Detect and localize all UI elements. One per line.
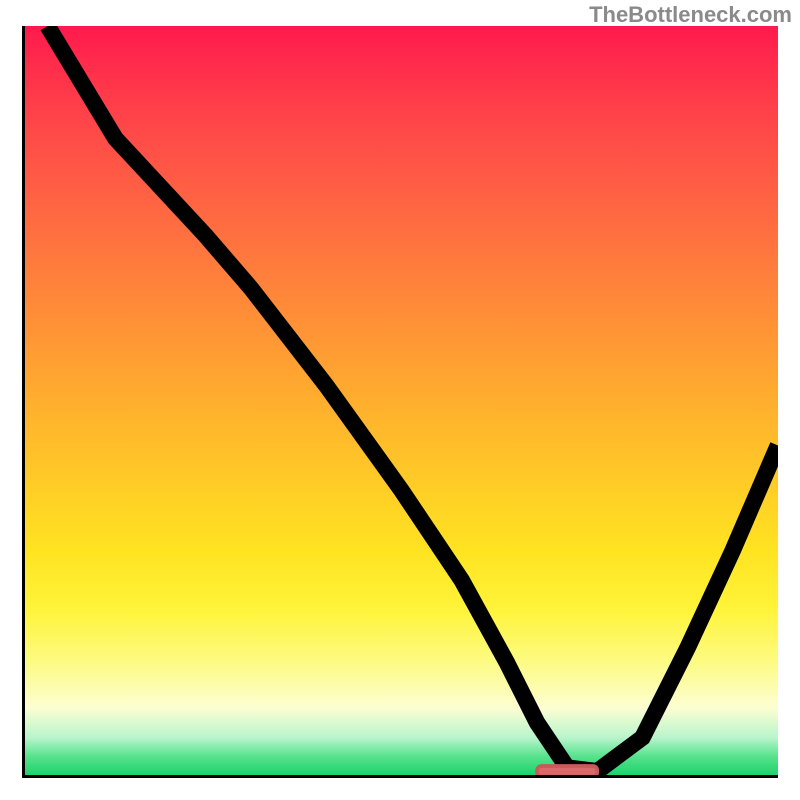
plot-area — [22, 26, 778, 778]
bottleneck-curve — [48, 26, 778, 771]
chart-root: TheBottleneck.com — [0, 0, 800, 800]
optimal-band-marker — [537, 766, 597, 775]
curve-layer — [25, 26, 778, 775]
watermark-text: TheBottleneck.com — [589, 2, 792, 28]
